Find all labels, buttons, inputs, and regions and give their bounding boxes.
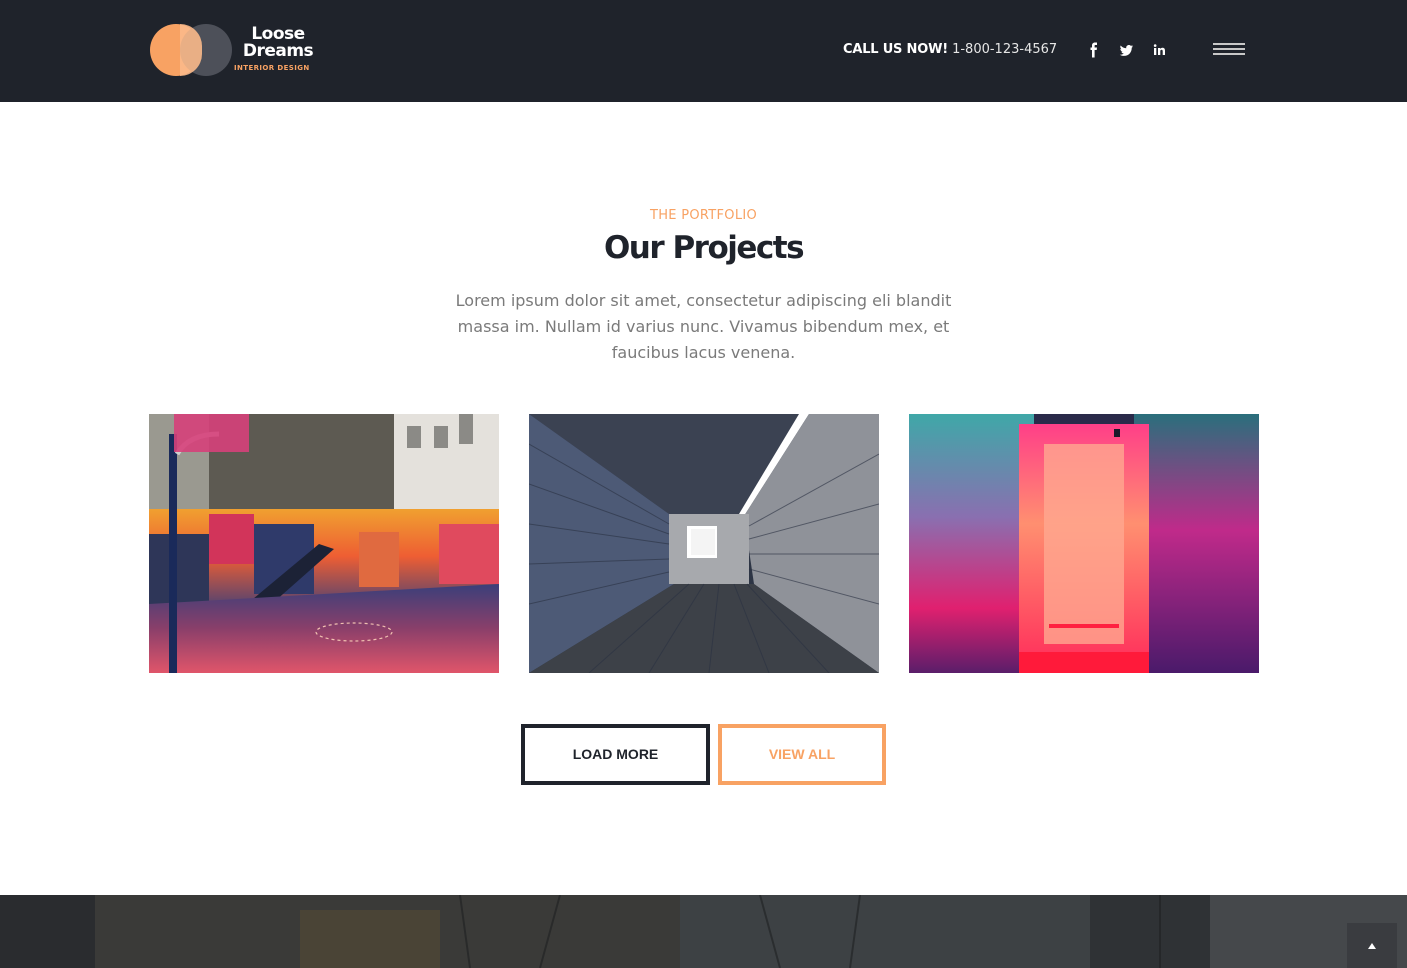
section-eyebrow: THE PORTFOLIO xyxy=(649,208,758,223)
linkedin-icon[interactable] xyxy=(1150,40,1168,60)
logo-line-2: Dreams xyxy=(242,41,314,61)
section-description: Lorem ipsum dolor sit amet, consectetur … xyxy=(455,291,952,362)
logo-wordmark: Loose Dreams xyxy=(240,26,316,60)
menu-line xyxy=(1213,48,1245,50)
project-wooden-corridor[interactable] xyxy=(529,414,879,673)
call-us: CALL US NOW! 1-800-123-4567 xyxy=(843,42,1057,57)
logo-tagline: INTERIOR DESIGN xyxy=(234,64,310,72)
menu-line xyxy=(1213,43,1245,45)
footer-background-image xyxy=(0,895,1407,968)
project-basketball-court[interactable] xyxy=(149,414,499,673)
logo[interactable]: Loose Dreams INTERIOR DESIGN xyxy=(150,24,320,78)
section-title: Our Projects xyxy=(603,230,805,266)
twitter-icon[interactable] xyxy=(1117,40,1135,60)
menu-line xyxy=(1213,53,1245,55)
facebook-icon[interactable] xyxy=(1085,40,1103,60)
load-more-button[interactable]: LOAD MORE xyxy=(521,724,710,785)
chevron-up-icon[interactable] xyxy=(1347,923,1397,968)
site-header: Loose Dreams INTERIOR DESIGN CALL US NOW… xyxy=(0,0,1407,102)
phone-number[interactable]: 1-800-123-4567 xyxy=(952,42,1057,57)
project-neon-hallway[interactable] xyxy=(909,414,1259,673)
view-all-button[interactable]: VIEW ALL xyxy=(718,724,886,785)
hamburger-menu-icon[interactable] xyxy=(1213,43,1245,59)
call-label: CALL US NOW! xyxy=(843,42,948,57)
